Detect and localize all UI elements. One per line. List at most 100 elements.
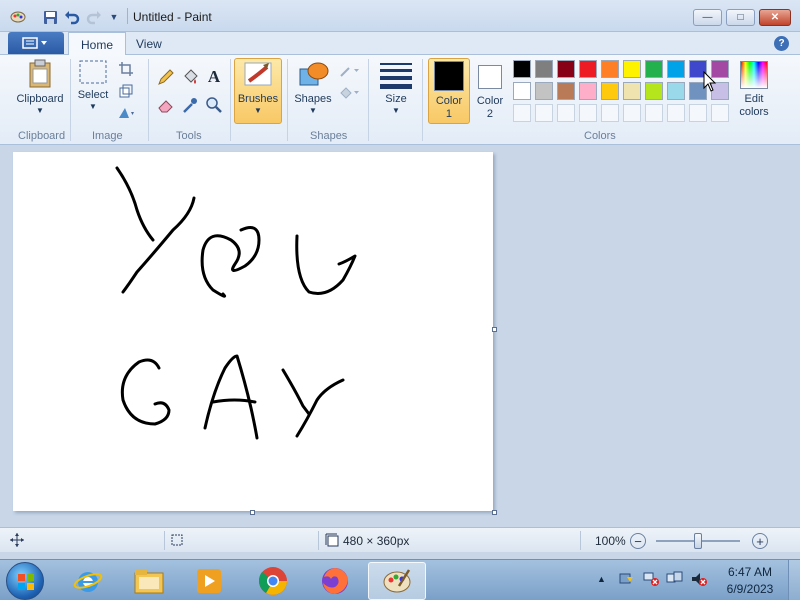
internet-explorer-icon xyxy=(73,572,103,592)
status-bar: 480 × 360px 100% − + xyxy=(0,527,800,552)
internet-explorer-taskbar-button[interactable] xyxy=(63,562,113,600)
fill-bucket-icon[interactable] xyxy=(180,67,200,87)
zoom-slider-track[interactable] xyxy=(656,533,740,549)
color-swatch[interactable] xyxy=(645,60,663,78)
drawn-stroke xyxy=(203,354,259,440)
color1-label: Color 1 xyxy=(435,95,463,120)
color-swatch[interactable] xyxy=(667,82,685,100)
undo-icon[interactable] xyxy=(64,9,80,25)
resize-icon[interactable] xyxy=(116,81,136,101)
custom-color-slot[interactable] xyxy=(667,104,685,122)
volume-muted-icon[interactable] xyxy=(690,571,708,590)
color-swatch[interactable] xyxy=(513,82,531,100)
custom-color-slot[interactable] xyxy=(711,104,729,122)
paint-taskbar-button[interactable] xyxy=(368,562,426,600)
canvas-resize-handle-bottom[interactable] xyxy=(250,510,255,515)
select-button[interactable]: Select ▼ xyxy=(74,59,112,111)
chevron-down-icon: ▼ xyxy=(89,102,97,111)
tab-view[interactable]: View xyxy=(124,32,174,55)
redo-icon[interactable] xyxy=(86,9,102,25)
color1-button[interactable]: Color 1 xyxy=(428,59,470,121)
minimize-button[interactable]: — xyxy=(693,9,722,26)
rotate-icon[interactable] xyxy=(116,103,136,123)
zoom-in-button[interactable]: + xyxy=(752,533,768,549)
size-button[interactable]: Size ▼ xyxy=(374,59,418,115)
color-swatch[interactable] xyxy=(601,60,619,78)
folder-icon xyxy=(134,570,164,594)
color-swatch[interactable] xyxy=(513,60,531,78)
custom-color-slot[interactable] xyxy=(535,104,553,122)
eraser-icon[interactable] xyxy=(156,95,176,115)
select-rectangle-icon xyxy=(79,60,107,84)
pencil-icon[interactable] xyxy=(156,67,176,87)
color-swatch[interactable] xyxy=(557,60,575,78)
tab-home[interactable]: Home xyxy=(68,32,127,56)
color-spectrum-icon xyxy=(740,61,768,89)
custom-color-slot[interactable] xyxy=(579,104,597,122)
color-swatch[interactable] xyxy=(579,82,597,100)
color-picker-icon[interactable] xyxy=(180,95,200,115)
color-swatch[interactable] xyxy=(535,60,553,78)
color-swatch[interactable] xyxy=(667,60,685,78)
custom-color-slot[interactable] xyxy=(513,104,531,122)
drawn-stroke xyxy=(281,368,311,416)
maximize-button[interactable]: □ xyxy=(726,9,755,26)
show-desktop-button[interactable] xyxy=(788,560,800,600)
brush-icon xyxy=(244,62,272,86)
color2-button[interactable]: Color 2 xyxy=(472,59,508,121)
magnifier-icon[interactable] xyxy=(204,95,224,115)
edit-colors-button[interactable]: Edit colors xyxy=(734,59,774,119)
status-divider xyxy=(318,531,319,550)
paint-icon xyxy=(383,569,411,593)
file-explorer-taskbar-button[interactable] xyxy=(124,562,174,600)
custom-color-slot[interactable] xyxy=(689,104,707,122)
brushes-label: Brushes xyxy=(237,93,279,105)
custom-color-slot[interactable] xyxy=(557,104,575,122)
display-icon[interactable] xyxy=(666,571,684,590)
action-center-icon[interactable] xyxy=(618,571,634,590)
media-player-taskbar-button[interactable] xyxy=(184,562,234,600)
group-divider xyxy=(230,59,231,141)
paint-menu-button[interactable] xyxy=(8,32,64,54)
clock-date: 6/9/2023 xyxy=(726,582,774,596)
clipboard-button[interactable]: Clipboard ▼ xyxy=(12,59,68,115)
show-hidden-icons-button[interactable]: ▲ xyxy=(597,574,606,584)
outline-icon[interactable] xyxy=(338,61,362,81)
canvas-resize-handle-right[interactable] xyxy=(492,327,497,332)
drawing-canvas[interactable] xyxy=(13,152,493,511)
firefox-taskbar-button[interactable] xyxy=(310,562,360,600)
help-icon[interactable]: ? xyxy=(774,36,789,51)
fill-icon[interactable] xyxy=(338,83,362,103)
color-swatch[interactable] xyxy=(645,82,663,100)
custom-color-slot[interactable] xyxy=(601,104,619,122)
size-lines-icon xyxy=(380,59,412,89)
color-swatch[interactable] xyxy=(623,82,641,100)
start-button[interactable] xyxy=(6,562,44,600)
system-clock[interactable]: 6:47 AM 6/9/2023 xyxy=(720,564,780,598)
canvas-resize-handle-corner[interactable] xyxy=(492,510,497,515)
text-tool-icon[interactable]: A xyxy=(204,67,224,87)
brushes-button[interactable]: Brushes ▼ xyxy=(234,59,282,115)
color-swatch[interactable] xyxy=(557,82,575,100)
paint-app-icon[interactable] xyxy=(10,9,26,25)
color-swatch[interactable] xyxy=(623,60,641,78)
clipboard-label: Clipboard xyxy=(16,93,64,105)
close-button[interactable]: ✕ xyxy=(759,9,791,26)
color-swatch[interactable] xyxy=(579,60,597,78)
image-size-icon xyxy=(325,533,339,550)
customize-quick-access-icon[interactable]: ▼ xyxy=(106,9,122,25)
custom-color-slot[interactable] xyxy=(645,104,663,122)
zoom-out-button[interactable]: − xyxy=(630,533,646,549)
image-group-label: Image xyxy=(92,130,123,142)
chrome-taskbar-button[interactable] xyxy=(248,562,298,600)
shapes-button[interactable]: Shapes ▼ xyxy=(292,59,334,115)
color-swatch[interactable] xyxy=(535,82,553,100)
color-swatch[interactable] xyxy=(601,82,619,100)
custom-color-slot[interactable] xyxy=(623,104,641,122)
size-label: Size xyxy=(385,93,407,105)
ribbon-tab-bar: Home View ? xyxy=(0,32,800,56)
save-icon[interactable] xyxy=(42,9,58,25)
crop-icon[interactable] xyxy=(116,59,136,79)
network-icon[interactable] xyxy=(642,571,660,590)
zoom-slider-thumb[interactable] xyxy=(694,533,702,549)
